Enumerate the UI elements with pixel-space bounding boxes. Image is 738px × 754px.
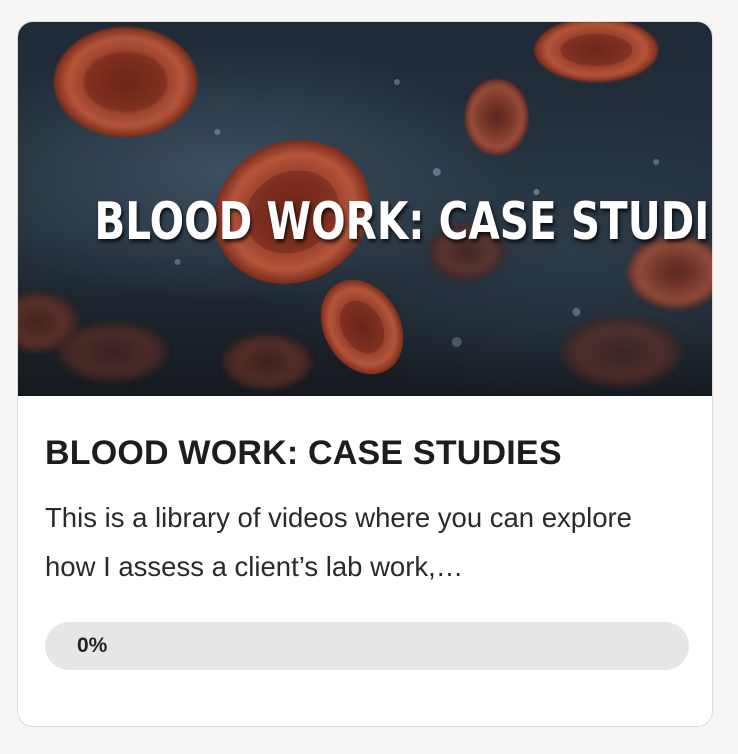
course-card[interactable]: BLOOD WORK: CASE STUDIES BLOOD WORK: CAS… (17, 21, 713, 727)
course-card-body: BLOOD WORK: CASE STUDIES This is a libra… (18, 396, 712, 670)
course-title[interactable]: BLOOD WORK: CASE STUDIES (45, 434, 685, 473)
progress-label: 0% (77, 634, 108, 657)
course-hero-image[interactable]: BLOOD WORK: CASE STUDIES (18, 22, 712, 396)
course-description: This is a library of videos where you ca… (45, 502, 632, 582)
hero-title: BLOOD WORK: CASE STUDIES (94, 192, 712, 252)
progress-bar: 0% (45, 622, 689, 670)
